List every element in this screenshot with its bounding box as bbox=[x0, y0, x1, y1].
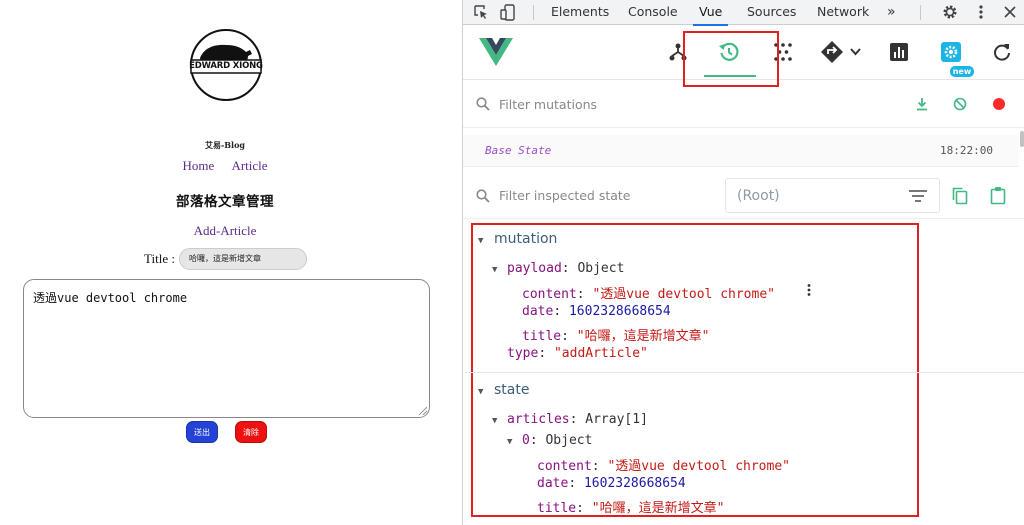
tab-console[interactable]: Console bbox=[628, 0, 678, 25]
inspect-element-icon[interactable] bbox=[474, 5, 489, 20]
settings-icon[interactable] bbox=[940, 41, 962, 63]
title-label: Title : bbox=[144, 251, 175, 266]
mutation-title-row[interactable]: title: "哈囉，這是新增文章" bbox=[522, 325, 709, 344]
search-icon bbox=[476, 97, 490, 111]
mutation-filter-input[interactable]: Filter mutations bbox=[499, 97, 597, 112]
routing-icon[interactable] bbox=[820, 40, 864, 64]
tab-network[interactable]: Network bbox=[817, 0, 869, 25]
item-type: Object bbox=[545, 433, 593, 448]
copy-icon[interactable] bbox=[952, 187, 968, 205]
state-section-title[interactable]: state bbox=[494, 382, 529, 398]
nav-home-link[interactable]: Home bbox=[182, 158, 214, 173]
collapse-arrow-icon[interactable]: ▼ bbox=[478, 387, 483, 397]
collapse-arrow-icon[interactable]: ▼ bbox=[492, 416, 497, 426]
state-filter-input[interactable]: Filter inspected state bbox=[499, 188, 631, 203]
base-state-row[interactable]: Base State 18:22:00 bbox=[463, 135, 1019, 167]
search-icon bbox=[476, 189, 490, 203]
close-icon[interactable] bbox=[1004, 6, 1016, 18]
section-divider bbox=[465, 372, 1024, 373]
kebab-menu-icon[interactable] bbox=[978, 4, 984, 20]
mutation-filter-bar: Filter mutations bbox=[463, 82, 1024, 128]
content-key: content bbox=[522, 287, 577, 302]
logo-text: EDWARD XIONG bbox=[189, 61, 263, 71]
page-title: 部落格文章管理 bbox=[176, 194, 274, 210]
date-key: date bbox=[537, 476, 569, 491]
tab-divider bbox=[533, 5, 534, 20]
content-text: 透過vue devtool chrome bbox=[33, 291, 188, 305]
device-toolbar-icon[interactable] bbox=[500, 4, 516, 21]
mutation-date-row[interactable]: date: 1602328668654 bbox=[522, 304, 671, 319]
state-inspector-bar: Filter inspected state (Root) bbox=[463, 175, 1024, 219]
blog-app: EDWARD XIONG 艾易-Blog Home Article 部落格文章管… bbox=[0, 0, 462, 525]
devtools-panel: Elements Console Vue Sources Network » n… bbox=[462, 0, 1024, 525]
paste-icon[interactable] bbox=[990, 186, 1006, 205]
collapse-arrow-icon[interactable]: ▼ bbox=[492, 265, 497, 275]
title-value: "哈囉，這是新增文章" bbox=[591, 501, 725, 516]
submit-button[interactable]: 送出 bbox=[186, 421, 218, 443]
article-item-row[interactable]: 0: Object bbox=[522, 433, 592, 448]
content-value: "透過vue devtool chrome" bbox=[592, 287, 775, 302]
date-key: date bbox=[522, 304, 554, 319]
refresh-icon[interactable] bbox=[993, 43, 1011, 61]
title-input[interactable]: 哈囉，這是新增文章 bbox=[178, 248, 307, 270]
more-tabs-button[interactable]: » bbox=[887, 0, 896, 25]
payload-key: payload bbox=[507, 261, 562, 276]
site-name: 艾易-Blog bbox=[204, 140, 246, 150]
payload-type: Object bbox=[577, 261, 625, 276]
nav-article-link[interactable]: Article bbox=[231, 158, 267, 173]
add-article-link[interactable]: Add-Article bbox=[0, 223, 450, 239]
content-textarea[interactable]: 透過vue devtool chrome bbox=[23, 279, 430, 418]
title-value: "哈囉，這是新增文章" bbox=[576, 329, 710, 344]
root-selector[interactable]: (Root) bbox=[725, 178, 940, 213]
tab-vue[interactable]: Vue bbox=[692, 0, 729, 26]
title-key: title bbox=[537, 501, 577, 516]
main-nav: Home Article bbox=[0, 158, 450, 174]
date-value: 1602328668654 bbox=[568, 304, 671, 319]
gear-icon[interactable] bbox=[942, 4, 958, 20]
content-key: content bbox=[537, 459, 592, 474]
devtools-tab-bar: Elements Console Vue Sources Network » bbox=[463, 0, 1024, 26]
collapse-arrow-icon[interactable]: ▼ bbox=[478, 236, 483, 246]
payload-row[interactable]: payload: Object bbox=[507, 261, 624, 276]
scrollbar[interactable] bbox=[1020, 131, 1024, 147]
type-key: type bbox=[507, 346, 539, 361]
tab-divider bbox=[920, 5, 921, 20]
title-key: title bbox=[522, 329, 562, 344]
vue-logo-icon bbox=[479, 38, 513, 66]
articles-key: articles bbox=[507, 412, 570, 427]
download-icon[interactable] bbox=[915, 97, 929, 111]
state-date-row[interactable]: date: 1602328668654 bbox=[537, 476, 686, 491]
performance-icon[interactable] bbox=[890, 43, 908, 61]
mutation-content-row[interactable]: content: "透過vue devtool chrome" bbox=[522, 283, 775, 302]
more-actions-icon[interactable] bbox=[806, 283, 812, 297]
articles-type: Array[1] bbox=[585, 412, 648, 427]
state-title-row[interactable]: title: "哈囉，這是新增文章" bbox=[537, 497, 724, 516]
item-index: 0 bbox=[522, 433, 530, 448]
clear-log-icon[interactable] bbox=[953, 97, 967, 111]
base-state-label: Base State bbox=[485, 144, 552, 157]
type-value: "addArticle" bbox=[553, 346, 648, 361]
root-selector-value: (Root) bbox=[737, 188, 780, 204]
content-value: "透過vue devtool chrome" bbox=[607, 459, 790, 474]
highlight-box-history bbox=[683, 31, 779, 87]
clear-button[interactable]: 清除 bbox=[235, 421, 267, 443]
filter-lines-icon[interactable] bbox=[908, 189, 928, 203]
tab-sources[interactable]: Sources bbox=[747, 0, 796, 25]
articles-row[interactable]: articles: Array[1] bbox=[507, 412, 648, 427]
collapse-arrow-icon[interactable]: ▼ bbox=[507, 437, 512, 447]
record-icon[interactable] bbox=[992, 97, 1006, 111]
tab-elements[interactable]: Elements bbox=[551, 0, 609, 25]
new-badge: new bbox=[950, 66, 974, 77]
mutation-section-title[interactable]: mutation bbox=[494, 231, 557, 247]
base-state-time: 18:22:00 bbox=[940, 144, 993, 157]
title-row: Title : 哈囉，這是新增文章 bbox=[144, 248, 307, 270]
mutation-type-row[interactable]: type: "addArticle" bbox=[507, 346, 648, 361]
date-value: 1602328668654 bbox=[583, 476, 686, 491]
state-content-row[interactable]: content: "透過vue devtool chrome" bbox=[537, 455, 790, 474]
resize-handle[interactable] bbox=[419, 407, 427, 415]
